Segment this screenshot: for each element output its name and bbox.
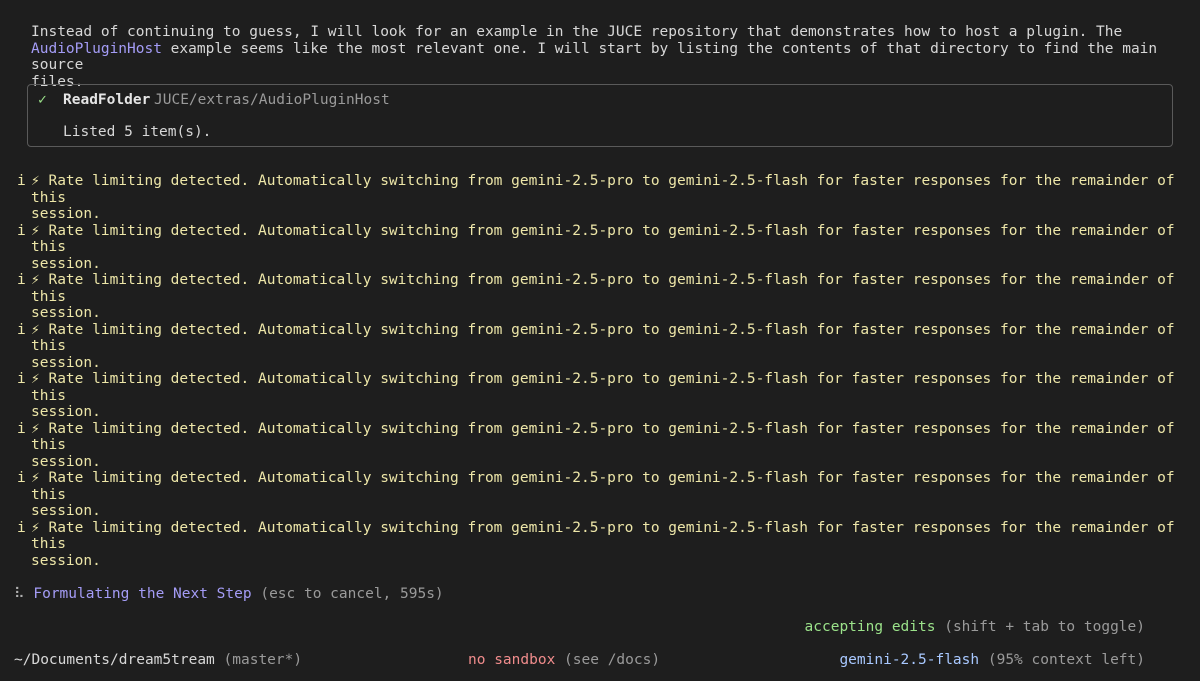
notice-text: Rate limiting detected. Automatically sw… xyxy=(31,272,1175,305)
rate-limit-notice: i ⚡ Rate limiting detected. Automatically… xyxy=(17,321,1181,372)
lightning-icon: ⚡ xyxy=(31,371,40,387)
info-icon: i xyxy=(17,173,26,189)
notice-text: Rate limiting detected. Automatically sw… xyxy=(31,321,1175,355)
notice-text-continued: session. xyxy=(31,354,101,371)
notice-text-continued: session. xyxy=(31,404,101,420)
lightning-icon: ⚡ xyxy=(31,470,40,486)
footer-model: gemini-2.5-flash (95% context left) xyxy=(839,652,1145,669)
notice-text-continued: session. xyxy=(31,453,101,470)
rate-limit-notice: i ⚡ Rate limiting detected. Automatically… xyxy=(17,519,1181,570)
intro-line-1: Instead of continuing to guess, I will l… xyxy=(31,24,1123,40)
notice-text-continued: session. xyxy=(31,255,101,272)
rate-limit-notice: i ⚡ Rate limiting detected. Automatically… xyxy=(17,470,1181,520)
mode-hint: (shift + tab to toggle) xyxy=(935,619,1145,635)
tool-name: ReadFolder xyxy=(63,92,151,108)
info-icon: i xyxy=(17,371,26,387)
tool-path: JUCE/extras/AudioPluginHost xyxy=(154,92,390,108)
status-text: Formulating the Next Step xyxy=(33,586,252,602)
info-icon: i xyxy=(17,470,26,486)
info-icon: i xyxy=(17,272,26,288)
audio-plugin-host-link[interactable]: AudioPluginHost xyxy=(31,41,162,57)
mode-text: accepting edits xyxy=(804,619,936,635)
notice-text: Rate limiting detected. Automatically sw… xyxy=(31,420,1175,454)
footer-sandbox: no sandbox (see /docs) xyxy=(468,652,660,669)
rate-limit-notice: i ⚡ Rate limiting detected. Automatically… xyxy=(17,371,1181,421)
rate-limit-notice: i ⚡ Rate limiting detected. Automatically… xyxy=(17,272,1181,322)
sandbox-status: no sandbox xyxy=(468,652,556,668)
notice-text-continued: session. xyxy=(31,503,101,519)
notice-text-continued: session. xyxy=(31,206,101,222)
context-left: (95% context left) xyxy=(979,652,1145,668)
notice-text: Rate limiting detected. Automatically sw… xyxy=(31,173,1175,206)
sandbox-hint: (see /docs) xyxy=(555,652,661,668)
assistant-message: Instead of continuing to guess, I will l… xyxy=(31,24,1181,90)
status-line: ⠧ Formulating the Next Step (esc to canc… xyxy=(14,586,444,603)
notice-text: Rate limiting detected. Automatically sw… xyxy=(31,222,1175,256)
info-icon: i xyxy=(17,420,26,437)
lightning-icon: ⚡ xyxy=(31,420,40,437)
edit-mode-indicator: accepting edits (shift + tab to toggle) xyxy=(805,619,1145,636)
tool-call-box: ✓ ReadFolder JUCE/extras/AudioPluginHost… xyxy=(27,84,1173,147)
info-icon: i xyxy=(17,222,26,239)
notice-text: Rate limiting detected. Automatically sw… xyxy=(31,371,1175,404)
info-icon: i xyxy=(17,519,26,536)
lightning-icon: ⚡ xyxy=(31,321,40,338)
notice-text: Rate limiting detected. Automatically sw… xyxy=(31,519,1175,553)
status-hint: (esc to cancel, 595s) xyxy=(251,586,444,602)
git-branch: (master*) xyxy=(214,652,303,668)
lightning-icon: ⚡ xyxy=(31,272,40,288)
info-icon: i xyxy=(17,321,26,338)
cwd-path: ~/Documents/dream5tream xyxy=(14,652,215,668)
rate-limit-notice: i ⚡ Rate limiting detected. Automatically… xyxy=(17,222,1181,273)
model-name: gemini-2.5-flash xyxy=(839,652,980,668)
spinner-icon: ⠧ xyxy=(14,586,25,602)
intro-line-2: example seems like the most relevant one… xyxy=(31,40,1166,74)
lightning-icon: ⚡ xyxy=(31,519,40,536)
footer-path: ~/Documents/dream5tream (master*) xyxy=(14,652,302,669)
tool-result: Listed 5 item(s). xyxy=(63,124,212,140)
rate-limit-notice: i ⚡ Rate limiting detected. Automatically… xyxy=(17,420,1181,471)
lightning-icon: ⚡ xyxy=(31,222,40,239)
check-icon: ✓ xyxy=(38,92,47,108)
rate-limit-notice: i ⚡ Rate limiting detected. Automatically… xyxy=(17,173,1181,223)
lightning-icon: ⚡ xyxy=(31,173,40,189)
notice-text-continued: session. xyxy=(31,305,101,321)
notice-text-continued: session. xyxy=(31,552,101,569)
notice-text: Rate limiting detected. Automatically sw… xyxy=(31,470,1175,503)
